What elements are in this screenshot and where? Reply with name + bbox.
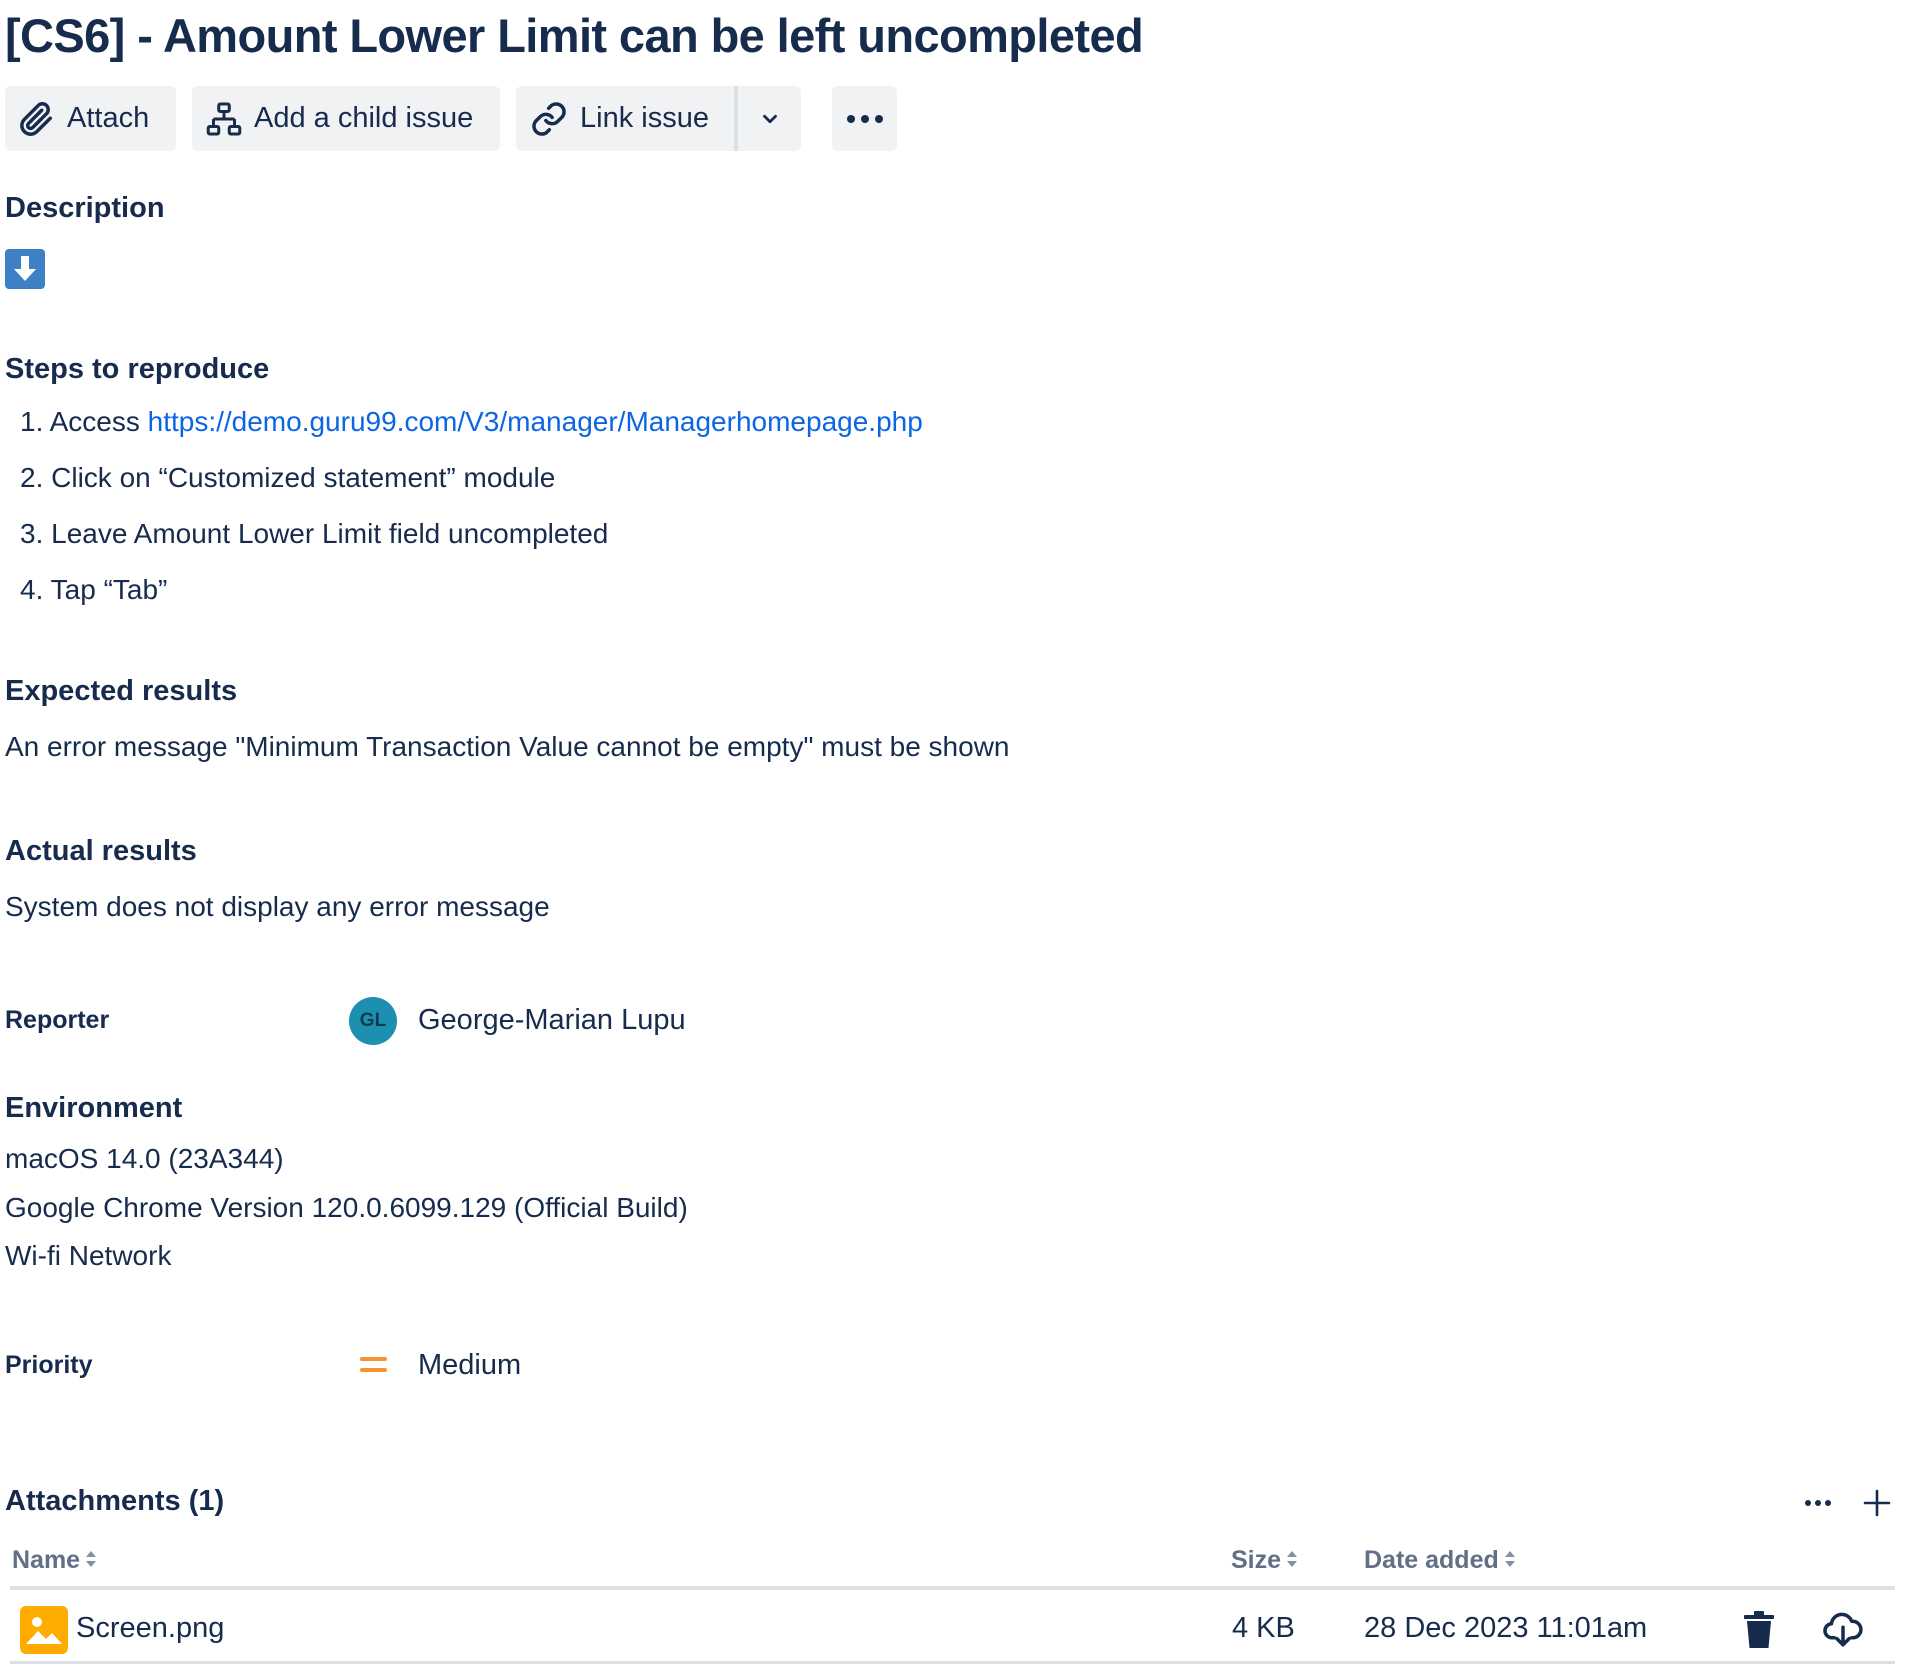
avatar[interactable]: GL: [349, 997, 397, 1045]
more-actions-button[interactable]: [832, 86, 897, 151]
priority-value[interactable]: Medium: [418, 1349, 521, 1382]
attachment-date: 28 Dec 2023 11:01am: [1364, 1612, 1648, 1644]
actual-results-text: System does not display any error messag…: [5, 891, 550, 922]
attachments-heading: Attachments (1): [5, 1485, 225, 1517]
description-heading: Description: [5, 192, 165, 224]
image-file-icon: [20, 1606, 68, 1654]
download-attachment-button[interactable]: [1822, 1608, 1864, 1650]
environment-line: Google Chrome Version 120.0.6099.129 (Of…: [5, 1192, 688, 1223]
add-child-issue-button[interactable]: Add a child issue: [192, 86, 500, 151]
delete-attachment-button[interactable]: [1741, 1610, 1777, 1650]
attachment-size: 4 KB: [1232, 1612, 1295, 1644]
add-attachment-button[interactable]: [1861, 1487, 1893, 1519]
table-row[interactable]: Screen.png 4 KB 28 Dec 2023 11:01am: [0, 1592, 1900, 1662]
link-issue-dropdown-button[interactable]: [738, 86, 801, 151]
paperclip-icon: [17, 100, 55, 138]
sort-icon: [85, 1546, 97, 1575]
column-header-size[interactable]: Size: [1231, 1546, 1298, 1575]
chevron-down-icon: [759, 108, 781, 130]
link-issue-button[interactable]: Link issue: [516, 86, 735, 151]
column-header-name[interactable]: Name: [12, 1546, 97, 1575]
reporter-label: Reporter: [5, 1006, 110, 1034]
expected-results-heading: Expected results: [5, 675, 238, 707]
attachments-more-button[interactable]: [1800, 1488, 1836, 1518]
step-link[interactable]: https://demo.guru99.com/V3/manager/Manag…: [148, 406, 923, 437]
issue-view: [CS6] - Amount Lower Limit can be left u…: [0, 0, 1910, 1666]
reporter-name[interactable]: George-Marian Lupu: [418, 1004, 686, 1037]
step-item: 3. Leave Amount Lower Limit field uncomp…: [20, 518, 609, 549]
more-dots-icon: [1804, 1494, 1832, 1512]
column-header-date-added[interactable]: Date added: [1364, 1546, 1516, 1575]
link-icon: [530, 100, 568, 138]
sort-icon: [1504, 1546, 1516, 1575]
down-arrow-emoji-icon: [5, 249, 45, 289]
environment-line: Wi-fi Network: [5, 1240, 172, 1271]
trash-icon: [1741, 1611, 1777, 1654]
table-row-divider: [10, 1661, 1895, 1664]
hierarchy-icon: [206, 100, 242, 138]
add-child-issue-label: Add a child issue: [254, 102, 474, 134]
attach-button[interactable]: Attach: [5, 86, 176, 151]
issue-title[interactable]: [CS6] - Amount Lower Limit can be left u…: [5, 6, 1144, 66]
environment-heading: Environment: [5, 1092, 183, 1124]
step-item: 4. Tap “Tab”: [20, 574, 168, 605]
environment-line: macOS 14.0 (23A344): [5, 1143, 284, 1174]
step-item: 1. Access https://demo.guru99.com/V3/man…: [20, 406, 923, 437]
step-item: 2. Click on “Customized statement” modul…: [20, 462, 556, 493]
attachment-file-name[interactable]: Screen.png: [76, 1612, 224, 1645]
plus-icon: [1861, 1489, 1893, 1523]
cloud-download-icon: [1822, 1612, 1864, 1654]
priority-medium-icon: [360, 1355, 387, 1380]
table-header-divider: [10, 1586, 1895, 1590]
sort-icon: [1286, 1546, 1298, 1575]
steps-heading: Steps to reproduce: [5, 353, 270, 385]
priority-label: Priority: [5, 1351, 93, 1379]
link-issue-label: Link issue: [580, 102, 709, 134]
more-dots-icon: [845, 113, 885, 125]
actual-results-heading: Actual results: [5, 835, 197, 867]
expected-results-text: An error message "Minimum Transaction Va…: [5, 731, 1010, 762]
attach-label: Attach: [67, 102, 150, 134]
